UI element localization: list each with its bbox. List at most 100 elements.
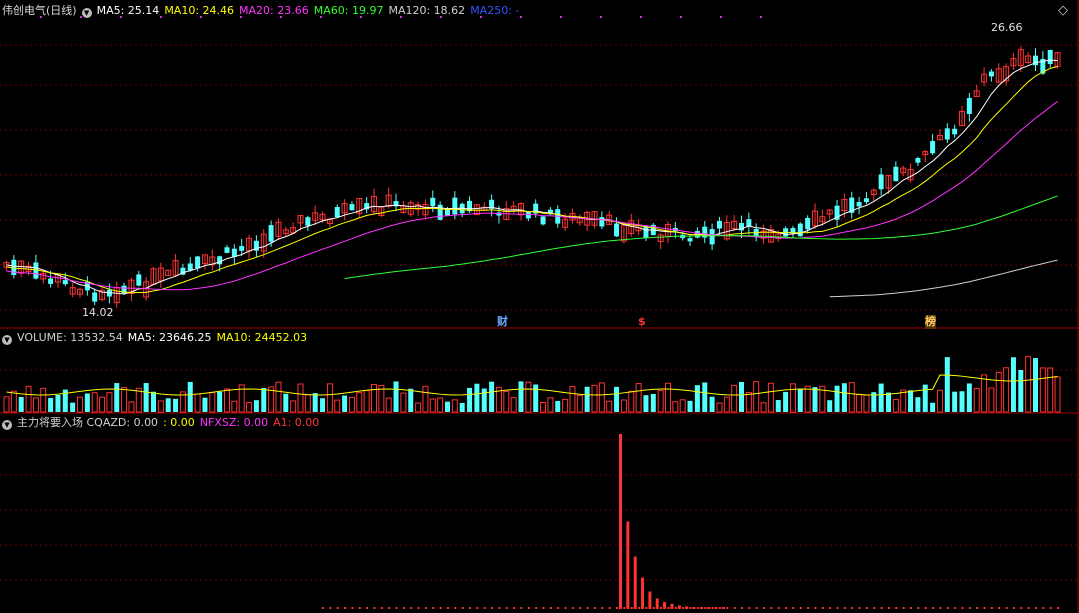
price-indicator-0: MA5: 25.14 xyxy=(96,4,160,17)
cqazd-dot xyxy=(711,607,714,609)
volume-bar xyxy=(283,393,289,412)
cqazd-dot xyxy=(983,607,986,609)
cqazd-dot xyxy=(1049,607,1052,609)
volume-bar xyxy=(797,389,803,412)
volume-bar xyxy=(1010,357,1016,412)
candle-down xyxy=(952,128,958,135)
volume-bar xyxy=(246,402,253,413)
volume-bar xyxy=(437,397,444,413)
volume-bar xyxy=(10,390,17,413)
volume-bar xyxy=(55,395,61,412)
event-dot xyxy=(600,16,602,18)
candle-down xyxy=(224,247,230,253)
volume-bar xyxy=(334,399,341,413)
candle-down xyxy=(305,217,311,226)
volume-bar xyxy=(936,389,943,413)
marker-ranking[interactable]: 榜 xyxy=(925,315,936,329)
candle-down xyxy=(62,280,68,285)
diamond-icon[interactable]: ◇ xyxy=(1058,4,1068,18)
candle-down xyxy=(452,197,458,215)
volume-bar xyxy=(518,381,524,412)
price-panel-header: 伟创电气(日线) ▼ MA5: 25.14 MA10: 24.46 MA20: 23.6… xyxy=(2,4,529,18)
cqazd-dot xyxy=(1042,607,1045,609)
cqazd-indicator-1: : 0.00 xyxy=(163,416,195,429)
cqazd-dot xyxy=(704,607,707,609)
volume-bar xyxy=(753,381,760,413)
marker-dollar[interactable]: $ xyxy=(638,315,646,329)
cqazd-dot xyxy=(608,607,611,609)
cqazd-dot xyxy=(564,607,567,609)
candle-down xyxy=(92,292,98,302)
volume-bar xyxy=(40,387,47,413)
cqazd-dot xyxy=(829,607,832,609)
volume-bar xyxy=(106,392,113,413)
cqazd-dot xyxy=(432,607,435,609)
cqazd-dot xyxy=(799,607,802,609)
candle-down xyxy=(217,256,223,265)
marker-finance[interactable]: 财 xyxy=(497,315,508,329)
cqazd-indicator-0: 主力将要入场 CQAZD: 0.00 xyxy=(17,416,159,429)
volume-bar xyxy=(576,394,583,413)
candle-down xyxy=(863,198,869,203)
volume-bar xyxy=(767,382,774,413)
volume-bar xyxy=(804,385,811,413)
volume-bar xyxy=(635,383,642,413)
low-price-label: 14.02 xyxy=(82,306,114,319)
candle-down xyxy=(878,174,884,190)
cqazd-dot xyxy=(954,607,957,609)
cqazd-dot xyxy=(388,607,391,609)
volume-bar xyxy=(445,401,450,412)
volume-bar xyxy=(128,401,135,413)
cqazd-dot xyxy=(366,607,369,609)
cqazd-bar xyxy=(633,556,637,609)
volume-bar xyxy=(952,391,958,412)
candle-down xyxy=(239,246,245,251)
price-indicator-3: MA60: 19.97 xyxy=(313,4,384,17)
stock-chart-canvas[interactable] xyxy=(0,0,1079,613)
candle-down xyxy=(966,97,972,114)
cqazd-dot xyxy=(1057,607,1059,609)
volume-bar xyxy=(620,399,627,413)
candle-down xyxy=(599,217,605,227)
volume-settings-icon[interactable]: ▼ xyxy=(2,335,12,345)
volume-bar xyxy=(48,398,54,412)
cqazd-bar xyxy=(677,605,681,609)
volume-bar xyxy=(1003,367,1010,413)
volume-bar xyxy=(385,397,392,413)
cqazd-bar xyxy=(641,577,645,609)
volume-bar xyxy=(70,402,76,412)
volume-bar xyxy=(930,402,936,412)
indicator-panel-header: ▼ 主力将要入场 CQAZD: 0.00: 0.00 NFXSZ: 0.00 A1: … xyxy=(2,416,329,430)
candle-down xyxy=(334,207,340,218)
cqazd-dot xyxy=(814,607,817,609)
cqazd-bar xyxy=(699,607,703,609)
cqazd-indicator-2: NFXSZ: 0.00 xyxy=(199,416,269,429)
candle-down xyxy=(797,223,803,237)
volume-bar xyxy=(429,398,436,413)
cqazd-dot xyxy=(851,607,854,609)
high-price-label: 26.66 xyxy=(991,21,1023,34)
indicator-settings-icon[interactable]: ▼ xyxy=(2,420,12,430)
volume-bar xyxy=(121,387,128,413)
volume-bar xyxy=(731,384,738,413)
cqazd-dot xyxy=(351,607,354,609)
volume-bar xyxy=(415,402,422,413)
volume-bar xyxy=(474,383,480,412)
volume-bar xyxy=(481,388,487,412)
candle-down xyxy=(195,256,201,269)
volume-bar xyxy=(783,391,789,412)
volume-bar xyxy=(745,392,752,413)
cqazd-dot xyxy=(1005,607,1008,609)
volume-bar xyxy=(643,395,649,412)
cqazd-dot xyxy=(733,607,736,609)
candle-down xyxy=(930,141,936,154)
volume-bar xyxy=(422,385,429,413)
settings-circle-icon[interactable]: ▼ xyxy=(81,8,92,18)
cqazd-dot xyxy=(689,607,692,609)
volume-bar xyxy=(261,388,267,412)
volume-bar xyxy=(1047,367,1054,413)
cqazd-dot xyxy=(593,607,596,609)
cqazd-dot xyxy=(424,607,427,609)
price-indicator-5: MA250: - xyxy=(470,4,520,17)
volume-bar xyxy=(1033,358,1038,412)
